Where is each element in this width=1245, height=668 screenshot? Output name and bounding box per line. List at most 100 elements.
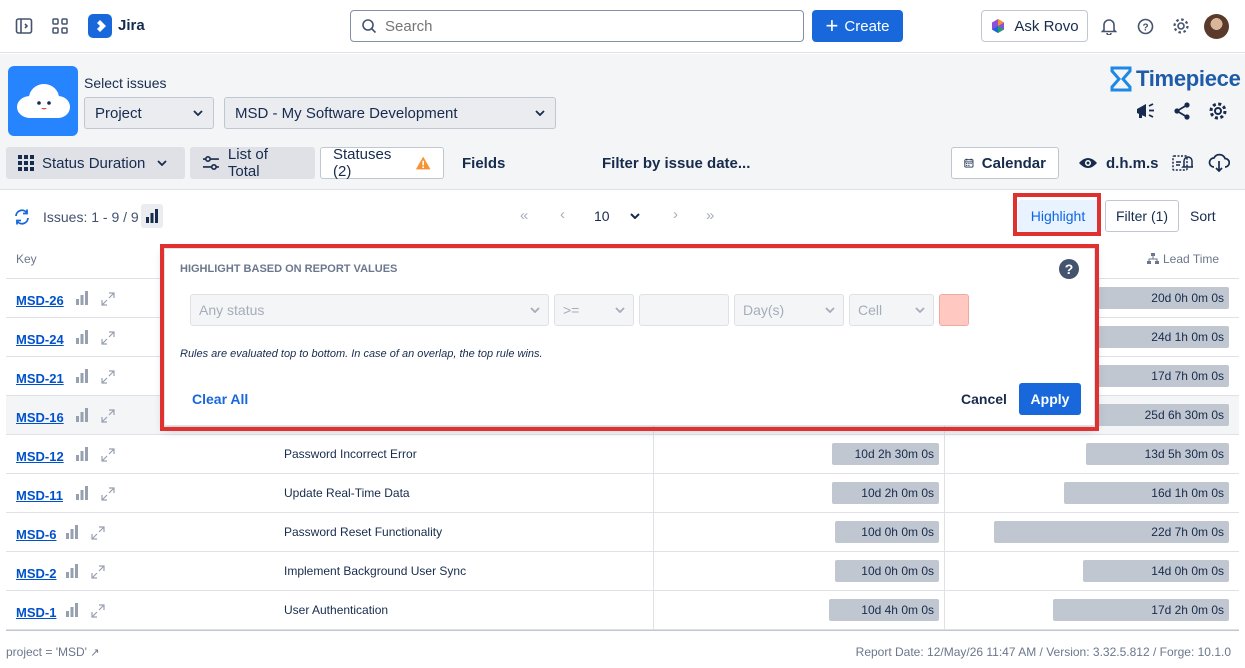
expand-icon[interactable] [100, 486, 116, 502]
bar-chart-icon[interactable] [66, 564, 80, 578]
status-duration-bar: 10d 4h 0m 0s [829, 599, 939, 621]
issue-key-link[interactable]: MSD-11 [16, 488, 63, 503]
user-avatar[interactable] [1204, 14, 1229, 39]
top-navigation: Jira + Create Ask Rovo ? [0, 0, 1245, 53]
expand-icon[interactable] [100, 447, 116, 463]
bar-chart-icon[interactable] [66, 603, 80, 617]
expand-icon[interactable] [100, 330, 116, 346]
issue-summary: Password Reset Functionality [284, 525, 443, 539]
help-icon[interactable]: ? [1135, 16, 1155, 36]
column-divider [653, 552, 654, 591]
chevron-down-icon [535, 110, 545, 116]
expand-icon[interactable] [100, 291, 116, 307]
table-row[interactable]: MSD-11 Update Real-Time Data 10d 2h 0m 0s 1… [6, 474, 1239, 513]
expand-icon[interactable] [100, 408, 116, 424]
issue-key-link[interactable]: MSD-12 [16, 449, 64, 464]
previous-page-icon[interactable]: ‹ [560, 206, 565, 223]
issue-key-link[interactable]: MSD-24 [16, 332, 64, 347]
chevron-down-icon [157, 160, 168, 166]
report-type-button[interactable]: Status Duration [6, 147, 185, 179]
column-header-key[interactable]: Key [16, 252, 37, 266]
notifications-bell-icon[interactable] [1099, 16, 1119, 36]
scope-select[interactable]: Project [84, 97, 214, 129]
status-duration-bar: 10d 2h 0m 0s [832, 482, 939, 504]
project-select[interactable]: MSD - My Software Development [224, 97, 556, 129]
jql-footer[interactable]: project = 'MSD' ↗ [6, 645, 100, 659]
report-info: Report Date: 12/May/26 11:47 AM / Versio… [855, 645, 1231, 659]
issue-key-link[interactable]: MSD-6 [16, 527, 56, 542]
rovo-icon [992, 19, 1005, 33]
bar-chart-icon[interactable] [76, 330, 90, 344]
sort-button[interactable]: Sort [1190, 208, 1216, 224]
expand-icon[interactable] [90, 525, 106, 541]
chart-bars-icon[interactable] [141, 204, 163, 228]
grid-icon [18, 155, 34, 171]
fields-button[interactable]: Fields [450, 147, 517, 179]
next-page-icon[interactable]: › [673, 206, 678, 223]
hourglass-icon [1110, 66, 1132, 92]
issue-summary: Update Real-Time Data [284, 486, 410, 500]
table-row[interactable]: MSD-6 Password Reset Functionality 10d 0h … [6, 513, 1239, 552]
table-row[interactable]: MSD-2 Implement Background User Sync 10d 0… [6, 552, 1239, 591]
filter-by-date-button[interactable]: Filter by issue date... [590, 147, 762, 179]
report-alert-icon[interactable] [1170, 151, 1194, 175]
issue-key-link[interactable]: MSD-2 [16, 566, 56, 581]
column-divider [944, 435, 945, 474]
issue-summary: User Authentication [284, 603, 389, 617]
lead-time-bar: 24d 1h 0m 0s [1078, 326, 1229, 348]
time-format-button[interactable]: d.h.m.s [1066, 147, 1171, 179]
column-header-lead-time[interactable]: Lead Time [1147, 252, 1219, 266]
table-row[interactable]: MSD-1 User Authentication 10d 4h 0m 0s 17d … [6, 591, 1239, 630]
lead-time-bar: 13d 5h 30m 0s [1086, 443, 1229, 465]
create-button[interactable]: + Create [812, 10, 903, 42]
share-icon[interactable] [1171, 100, 1193, 122]
search-input[interactable] [385, 17, 765, 35]
bar-chart-icon[interactable] [76, 408, 90, 422]
bar-chart-icon[interactable] [66, 525, 80, 539]
announcement-megaphone-icon[interactable] [1133, 100, 1157, 122]
svg-text:?: ? [1142, 22, 1148, 33]
bar-chart-icon[interactable] [76, 291, 90, 305]
page-size-select[interactable]: 10 [594, 208, 640, 224]
external-link-icon: ↗ [90, 647, 100, 659]
issue-key-link[interactable]: MSD-16 [16, 410, 64, 425]
issue-key-link[interactable]: MSD-21 [16, 371, 64, 386]
first-page-icon[interactable]: « [520, 207, 528, 224]
jira-logo-icon[interactable] [88, 14, 112, 38]
last-page-icon[interactable]: » [706, 207, 714, 224]
issue-key-link[interactable]: MSD-26 [16, 293, 64, 308]
expand-icon[interactable] [100, 369, 116, 385]
settings-gear-icon[interactable] [1171, 16, 1191, 36]
ask-rovo-button[interactable]: Ask Rovo [981, 10, 1088, 42]
warning-icon [415, 156, 431, 170]
search-box[interactable] [350, 10, 804, 42]
sidebar-toggle-icon[interactable] [14, 16, 34, 36]
bar-chart-icon[interactable] [76, 447, 90, 461]
issue-summary: Password Incorrect Error [284, 447, 417, 461]
app-settings-gear-icon[interactable] [1207, 100, 1229, 122]
issue-key-link[interactable]: MSD-1 [16, 605, 56, 620]
bar-chart-icon[interactable] [76, 369, 90, 383]
column-divider [944, 552, 945, 591]
list-of-total-button[interactable]: List of Total [190, 146, 315, 180]
plus-icon: + [825, 13, 839, 38]
calendar-button[interactable]: Calendar [951, 147, 1059, 179]
refresh-icon[interactable] [12, 207, 32, 227]
cloud-download-icon[interactable] [1207, 151, 1231, 175]
column-divider [653, 435, 654, 474]
lead-time-bar: 17d 7h 0m 0s [1078, 365, 1229, 387]
bar-chart-icon[interactable] [76, 486, 90, 500]
expand-icon[interactable] [90, 564, 106, 580]
statuses-button[interactable]: Statuses (2) [320, 146, 444, 180]
hierarchy-icon [1147, 253, 1159, 264]
expand-icon[interactable] [90, 603, 106, 619]
table-row[interactable]: MSD-12 Password Incorrect Error 10d 2h 30m… [6, 435, 1239, 474]
filter-button[interactable]: Filter (1) [1105, 200, 1179, 232]
app-name[interactable]: Jira [118, 17, 145, 34]
column-divider [944, 591, 945, 630]
lead-time-bar: 20d 0h 0m 0s [1081, 287, 1229, 309]
calendar-icon [964, 158, 974, 168]
status-duration-bar: 10d 0h 0m 0s [835, 521, 939, 543]
timepiece-logo: Timepiece [1110, 66, 1241, 92]
app-switcher-icon[interactable] [50, 16, 70, 36]
